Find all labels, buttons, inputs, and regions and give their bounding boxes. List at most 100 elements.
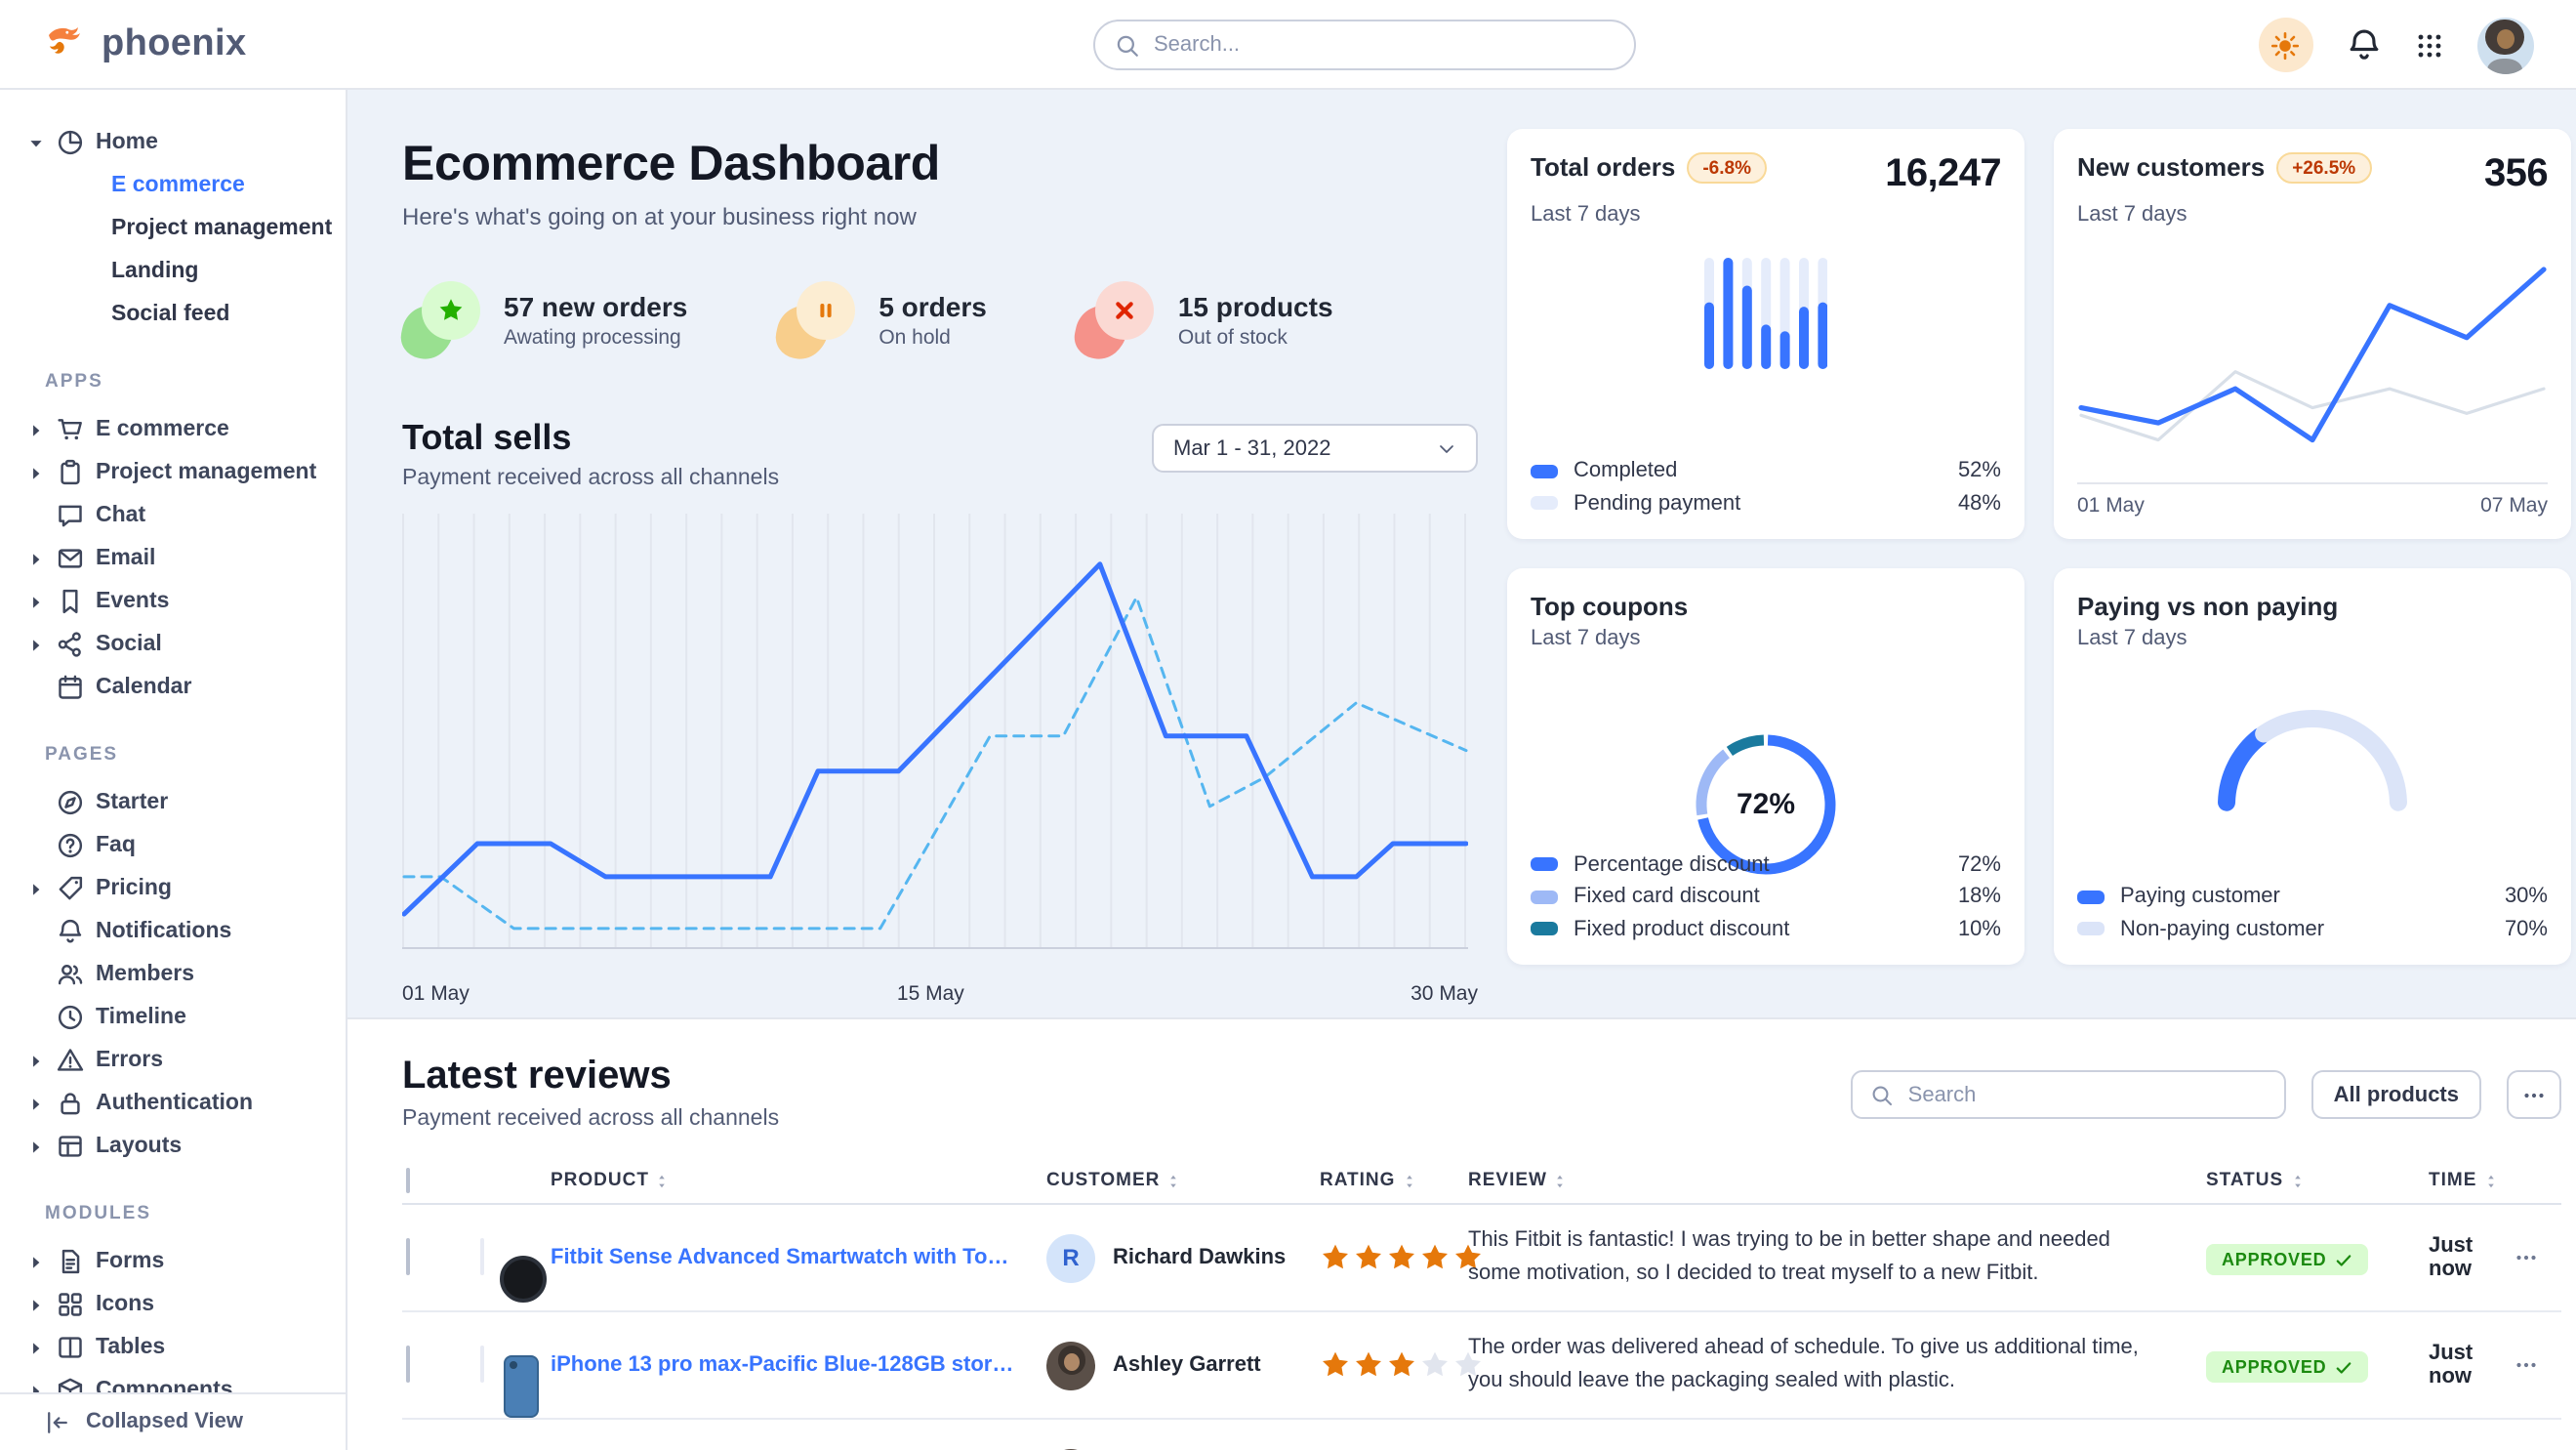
header-actions xyxy=(2258,0,2533,90)
review-text: The order was delivered ahead of schedul… xyxy=(1468,1332,2206,1398)
sidebar-item-notifications[interactable]: Notifications xyxy=(27,910,330,953)
sidebar-item-layouts[interactable]: Layouts xyxy=(27,1125,330,1168)
card-title: New customers xyxy=(2077,152,2265,182)
sidebar-subitem-e-commerce[interactable]: E commerce xyxy=(27,164,330,207)
sidebar-item-starter[interactable]: Starter xyxy=(27,781,330,824)
customer-avatar: R xyxy=(1046,1233,1095,1282)
sidebar-item-label: Pricing xyxy=(96,877,172,900)
pie-chart-icon xyxy=(57,129,84,156)
column-header-product[interactable]: PRODUCT xyxy=(551,1170,1046,1191)
sidebar-item-authentication[interactable]: Authentication xyxy=(27,1082,330,1125)
column-header-rating[interactable]: RATING xyxy=(1320,1170,1468,1191)
row-menu-button[interactable] xyxy=(2515,1353,2559,1377)
sidebar-item-pricing[interactable]: Pricing xyxy=(27,867,330,910)
sidebar-item-project-management[interactable]: Project management xyxy=(27,451,330,494)
product-image[interactable] xyxy=(480,1238,484,1275)
sidebar-item-e-commerce[interactable]: E commerce xyxy=(27,408,330,451)
sidebar-item-icons[interactable]: Icons xyxy=(27,1283,330,1326)
phoenix-logo-icon xyxy=(41,21,88,68)
reviews-more-button[interactable] xyxy=(2506,1070,2560,1119)
reviews-search[interactable] xyxy=(1852,1070,2287,1119)
sidebar-item-chat[interactable]: Chat xyxy=(27,494,330,537)
row-checkbox[interactable] xyxy=(406,1238,410,1275)
share-icon xyxy=(57,631,84,658)
global-search-input[interactable] xyxy=(1154,33,1615,57)
collapse-view-label: Collapsed View xyxy=(86,1410,243,1433)
new-customers-x-axis: 01 May 07 May xyxy=(2077,482,2548,518)
search-icon xyxy=(1115,32,1140,58)
app-root: phoenix HomeE commerceProject management… xyxy=(0,0,2576,1450)
pause-icon xyxy=(812,297,839,324)
date-range-select[interactable]: Mar 1 - 31, 2022 xyxy=(1152,424,1478,473)
collapse-view-button[interactable]: Collapsed View xyxy=(0,1391,346,1450)
clipboard-icon xyxy=(57,459,84,486)
notifications-button[interactable] xyxy=(2346,27,2381,62)
x-tick: 01 May xyxy=(2077,494,2145,518)
sort-icon xyxy=(1165,1173,1181,1188)
sidebar-subitem-landing[interactable]: Landing xyxy=(27,250,330,293)
total-sells-x-axis: 01 May 15 May 30 May xyxy=(402,982,1478,1006)
column-header-customer[interactable]: CUSTOMER xyxy=(1046,1170,1320,1191)
legend-row: Fixed product discount10% xyxy=(1531,913,2001,945)
row-checkbox[interactable] xyxy=(406,1346,410,1383)
tag-icon xyxy=(57,875,84,902)
product-link[interactable]: iPhone 13 pro max-Pacific Blue-128GB sto… xyxy=(551,1353,1046,1377)
user-avatar[interactable] xyxy=(2476,17,2533,73)
sidebar-item-email[interactable]: Email xyxy=(27,537,330,580)
select-all-checkbox[interactable] xyxy=(406,1168,410,1193)
status-badge: APPROVED xyxy=(2206,1351,2367,1383)
compass-icon xyxy=(57,789,84,816)
sidebar-item-events[interactable]: Events xyxy=(27,580,330,623)
change-badge: +26.5% xyxy=(2276,152,2371,184)
sidebar-item-label: Chat xyxy=(96,504,145,527)
new-customers-chart xyxy=(2077,250,2548,478)
caret-right-icon xyxy=(27,421,45,438)
sidebar-item-errors[interactable]: Errors xyxy=(27,1039,330,1082)
product-link[interactable]: Fitbit Sense Advanced Smartwatch with To… xyxy=(551,1246,1046,1269)
caret-right-icon xyxy=(27,593,45,610)
ellipsis-icon xyxy=(2521,1083,2545,1106)
column-header-time[interactable]: TIME xyxy=(2429,1170,2515,1191)
sort-icon xyxy=(1553,1173,1569,1188)
column-header-review[interactable]: REVIEW xyxy=(1468,1170,2206,1191)
sidebar-item-components[interactable]: Components xyxy=(27,1369,330,1391)
brand-logo[interactable]: phoenix xyxy=(41,0,247,90)
total-orders-card: Total orders -6.8% 16,247 Last 7 days Co… xyxy=(1507,129,2024,539)
stat-sublabel: On hold xyxy=(879,326,987,350)
rating-stars xyxy=(1320,1349,1468,1381)
global-search[interactable] xyxy=(1093,20,1636,70)
sidebar-subitem-social-feed[interactable]: Social feed xyxy=(27,293,330,336)
theme-toggle-button[interactable] xyxy=(2258,18,2312,72)
sidebar-item-forms[interactable]: Forms xyxy=(27,1240,330,1283)
sidebar-item-label: Faq xyxy=(96,834,136,857)
all-products-button[interactable]: All products xyxy=(2312,1070,2480,1119)
sidebar-section-label: MODULES xyxy=(45,1203,330,1224)
sidebar-item-members[interactable]: Members xyxy=(27,953,330,996)
sidebar-subitem-project-management[interactable]: Project management xyxy=(27,207,330,250)
sidebar-item-tables[interactable]: Tables xyxy=(27,1326,330,1369)
apps-menu-button[interactable] xyxy=(2414,30,2443,60)
sidebar-item-home[interactable]: Home xyxy=(27,121,330,164)
row-menu-button[interactable] xyxy=(2515,1246,2559,1269)
x-tick: 15 May xyxy=(897,982,964,1006)
close-icon xyxy=(1112,297,1139,324)
reviews-search-input[interactable] xyxy=(1908,1083,2268,1106)
column-header-status[interactable]: STATUS xyxy=(2206,1170,2429,1191)
customer-avatar xyxy=(1046,1341,1095,1389)
caret-right-icon xyxy=(27,636,45,653)
card-value: 16,247 xyxy=(1885,152,2001,197)
question-circle-icon xyxy=(57,832,84,859)
star-icon xyxy=(1386,1242,1417,1273)
sidebar-item-label: Social xyxy=(96,633,162,656)
sort-icon xyxy=(655,1173,671,1188)
sidebar-item-faq[interactable]: Faq xyxy=(27,824,330,867)
sidebar-item-social[interactable]: Social xyxy=(27,623,330,666)
sidebar-item-label: Icons xyxy=(96,1293,154,1316)
sidebar-item-calendar[interactable]: Calendar xyxy=(27,666,330,709)
table-row: iPhone 13 pro max-Pacific Blue-128GB sto… xyxy=(402,1312,2560,1420)
x-tick: 07 May xyxy=(2480,494,2548,518)
review-time: Just now xyxy=(2429,1342,2515,1388)
sidebar-item-timeline[interactable]: Timeline xyxy=(27,996,330,1039)
search-icon xyxy=(1871,1083,1895,1106)
product-image[interactable] xyxy=(480,1346,484,1383)
